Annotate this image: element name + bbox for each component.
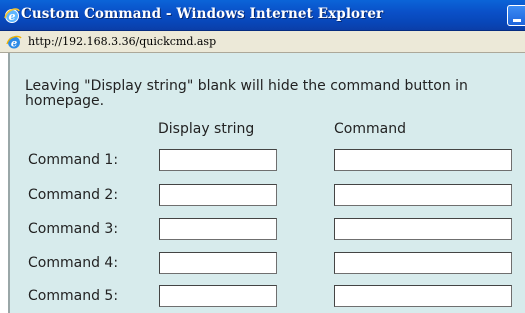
notice-text: Leaving "Display string" blank will hide… [25,78,468,109]
command-1-label: Command 1: [28,152,119,168]
minimize-icon [513,19,521,22]
display-string-header: Display string [158,121,255,137]
command-3-display-input[interactable] [159,218,277,240]
command-2-label: Command 2: [28,187,119,203]
command-1-display-input[interactable] [159,149,277,171]
command-1-command-input[interactable] [334,149,512,171]
internet-explorer-icon: e [4,8,20,23]
command-4-display-input[interactable] [159,252,277,274]
command-2-display-input[interactable] [159,184,277,206]
browser-window: e Custom Command - Windows Internet Expl… [0,0,525,313]
command-5-label: Command 5: [28,288,119,304]
command-2-command-input[interactable] [334,184,512,206]
title-bar[interactable]: e Custom Command - Windows Internet Expl… [0,0,525,31]
command-3-label: Command 3: [28,221,119,237]
command-4-command-input[interactable] [334,252,512,274]
page-content: Leaving "Display string" blank will hide… [8,53,525,313]
ie-page-icon: e [6,35,22,50]
command-3-command-input[interactable] [334,218,512,240]
command-5-command-input[interactable] [334,285,512,307]
address-bar: e http://192.168.3.36/quickcmd.asp [0,31,525,53]
command-header: Command [334,121,406,137]
svg-text:e: e [11,39,17,50]
window-title: Custom Command - Windows Internet Explor… [21,6,384,22]
command-5-display-input[interactable] [159,285,277,307]
command-4-label: Command 4: [28,255,119,271]
minimize-button[interactable] [507,5,525,26]
address-url[interactable]: http://192.168.3.36/quickcmd.asp [28,35,216,48]
